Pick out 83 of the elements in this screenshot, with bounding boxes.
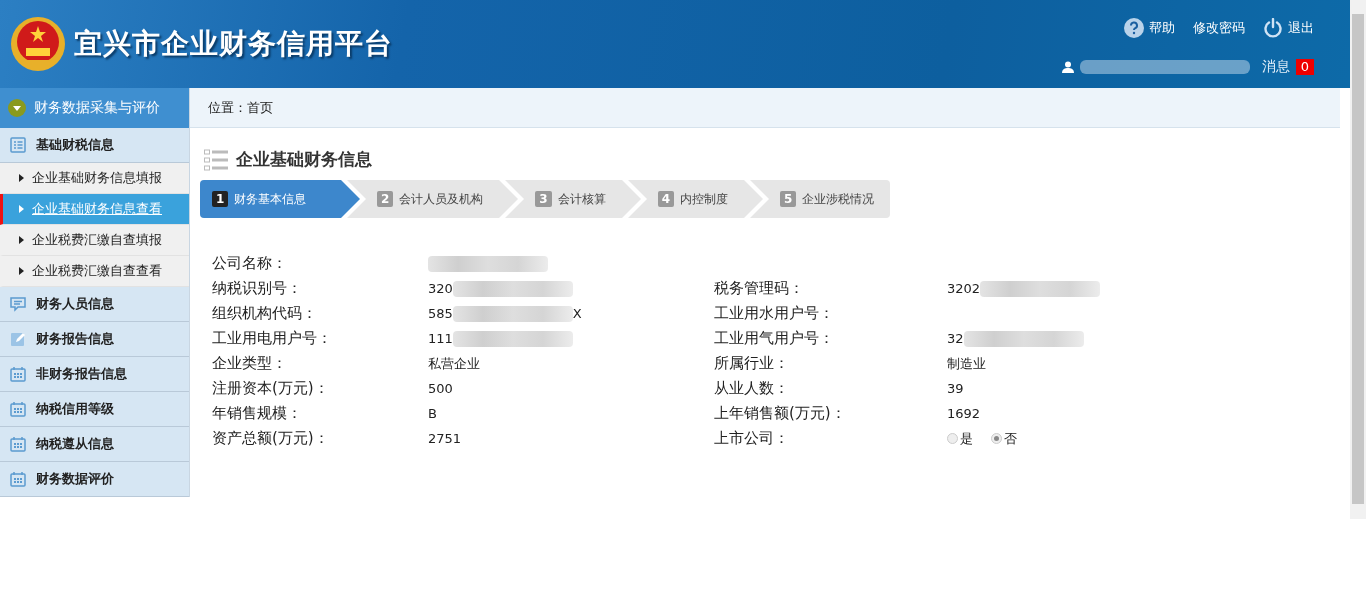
triangle-icon: [19, 267, 24, 275]
radio-option[interactable]: 否: [991, 429, 1017, 448]
radio-button[interactable]: [991, 433, 1002, 444]
sidebar-item[interactable]: 企业基础财务信息填报: [0, 163, 189, 194]
field-label: 组织机构代码：: [212, 304, 318, 323]
edit-icon: [10, 331, 26, 347]
field-value: 制造业: [947, 355, 986, 373]
step-number: 1: [212, 191, 229, 207]
field-value: 39: [947, 380, 964, 398]
sidebar-item[interactable]: 企业税费汇缴自查填报: [0, 225, 189, 256]
scrollbar[interactable]: [1350, 0, 1366, 519]
step-label: 企业涉税情况: [802, 190, 875, 208]
chat-icon: [10, 296, 26, 312]
calendar-icon: [10, 436, 26, 452]
site-title: 宜兴市企业财务信用平台: [74, 26, 393, 62]
sidebar-group[interactable]: 纳税信用等级: [0, 392, 189, 427]
triangle-icon: [19, 205, 24, 213]
radio-option[interactable]: 是: [947, 429, 973, 448]
list-icon: [204, 148, 228, 171]
radio-label: 是: [960, 430, 973, 448]
sidebar-group[interactable]: 非财务报告信息: [0, 357, 189, 392]
field-label: 纳税识别号：: [212, 279, 303, 298]
step-tab[interactable]: 5 企业涉税情况: [750, 180, 891, 218]
field-value: 1692: [947, 405, 981, 423]
field-label: 工业用水用户号：: [714, 304, 835, 323]
field-label: 注册资本(万元)：: [212, 379, 330, 398]
field-value: B: [428, 405, 437, 423]
field-label: 公司名称：: [212, 254, 288, 273]
field-label: 年销售规模：: [212, 404, 303, 423]
field-value: 32: [947, 330, 964, 348]
field-label: 所属行业：: [714, 354, 790, 373]
field-value: 2751: [428, 430, 462, 448]
field-label: 上年销售额(万元)：: [714, 404, 847, 423]
sidebar-group[interactable]: 财务人员信息: [0, 287, 189, 322]
user-icon: [1061, 61, 1074, 73]
radio-button[interactable]: [947, 433, 958, 444]
field-value: 500: [428, 380, 453, 398]
scrollbar-thumb[interactable]: [1352, 14, 1364, 504]
field-value: 私营企业: [428, 355, 480, 373]
power-icon: [1263, 18, 1283, 38]
triangle-icon: [19, 236, 24, 244]
step-label: 内控制度: [680, 190, 729, 208]
sidebar-item[interactable]: 企业税费汇缴自查查看: [0, 256, 189, 287]
field-label: 税务管理码：: [714, 279, 805, 298]
triangle-icon: [19, 174, 24, 182]
help-link[interactable]: 帮助: [1124, 18, 1175, 38]
calendar-icon: [10, 401, 26, 417]
field-value: 320: [428, 280, 453, 298]
logout-link[interactable]: 退出: [1263, 18, 1314, 38]
calendar-icon: [10, 471, 26, 487]
step-label: 会计核算: [557, 190, 606, 208]
message-count-badge: 0: [1295, 59, 1314, 75]
sidebar-group[interactable]: 财务数据评价: [0, 462, 189, 497]
field-value: 111: [428, 330, 453, 348]
step-label: 财务基本信息: [234, 190, 307, 208]
step-number: 2: [377, 191, 394, 207]
step-number: 5: [780, 191, 797, 207]
sidebar-group[interactable]: 纳税遵从信息: [0, 427, 189, 462]
field-value: 3202: [947, 280, 981, 298]
sidebar-group[interactable]: 财务报告信息: [0, 322, 189, 357]
emblem-icon: [10, 16, 66, 72]
password-link[interactable]: 修改密码: [1193, 19, 1245, 37]
field-label: 资产总额(万元)：: [212, 429, 330, 448]
calendar-icon: [10, 366, 26, 382]
help-icon: [1124, 18, 1144, 38]
step-number: 3: [535, 191, 552, 207]
sidebar-title: 财务数据采集与评价: [34, 99, 160, 117]
field-label: 企业类型：: [212, 354, 288, 373]
field-value: X: [572, 305, 582, 323]
radio-label: 否: [1004, 430, 1017, 448]
messages-link[interactable]: 消息: [1261, 58, 1290, 76]
caret-down-icon: [8, 99, 26, 117]
list-icon: [10, 137, 26, 153]
step-label: 会计人员及机构: [399, 190, 484, 208]
field-label: 上市公司：: [714, 429, 790, 448]
field-label: 工业用电用户号：: [212, 329, 333, 348]
field-label: 工业用气用户号：: [714, 329, 835, 348]
field-value: 585: [428, 305, 453, 323]
field-label: 从业人数：: [714, 379, 790, 398]
breadcrumb-link[interactable]: 首页: [247, 98, 273, 117]
step-number: 4: [657, 191, 675, 207]
breadcrumb-label: 位置：: [208, 98, 247, 117]
section-title: 企业基础财务信息: [236, 148, 372, 171]
